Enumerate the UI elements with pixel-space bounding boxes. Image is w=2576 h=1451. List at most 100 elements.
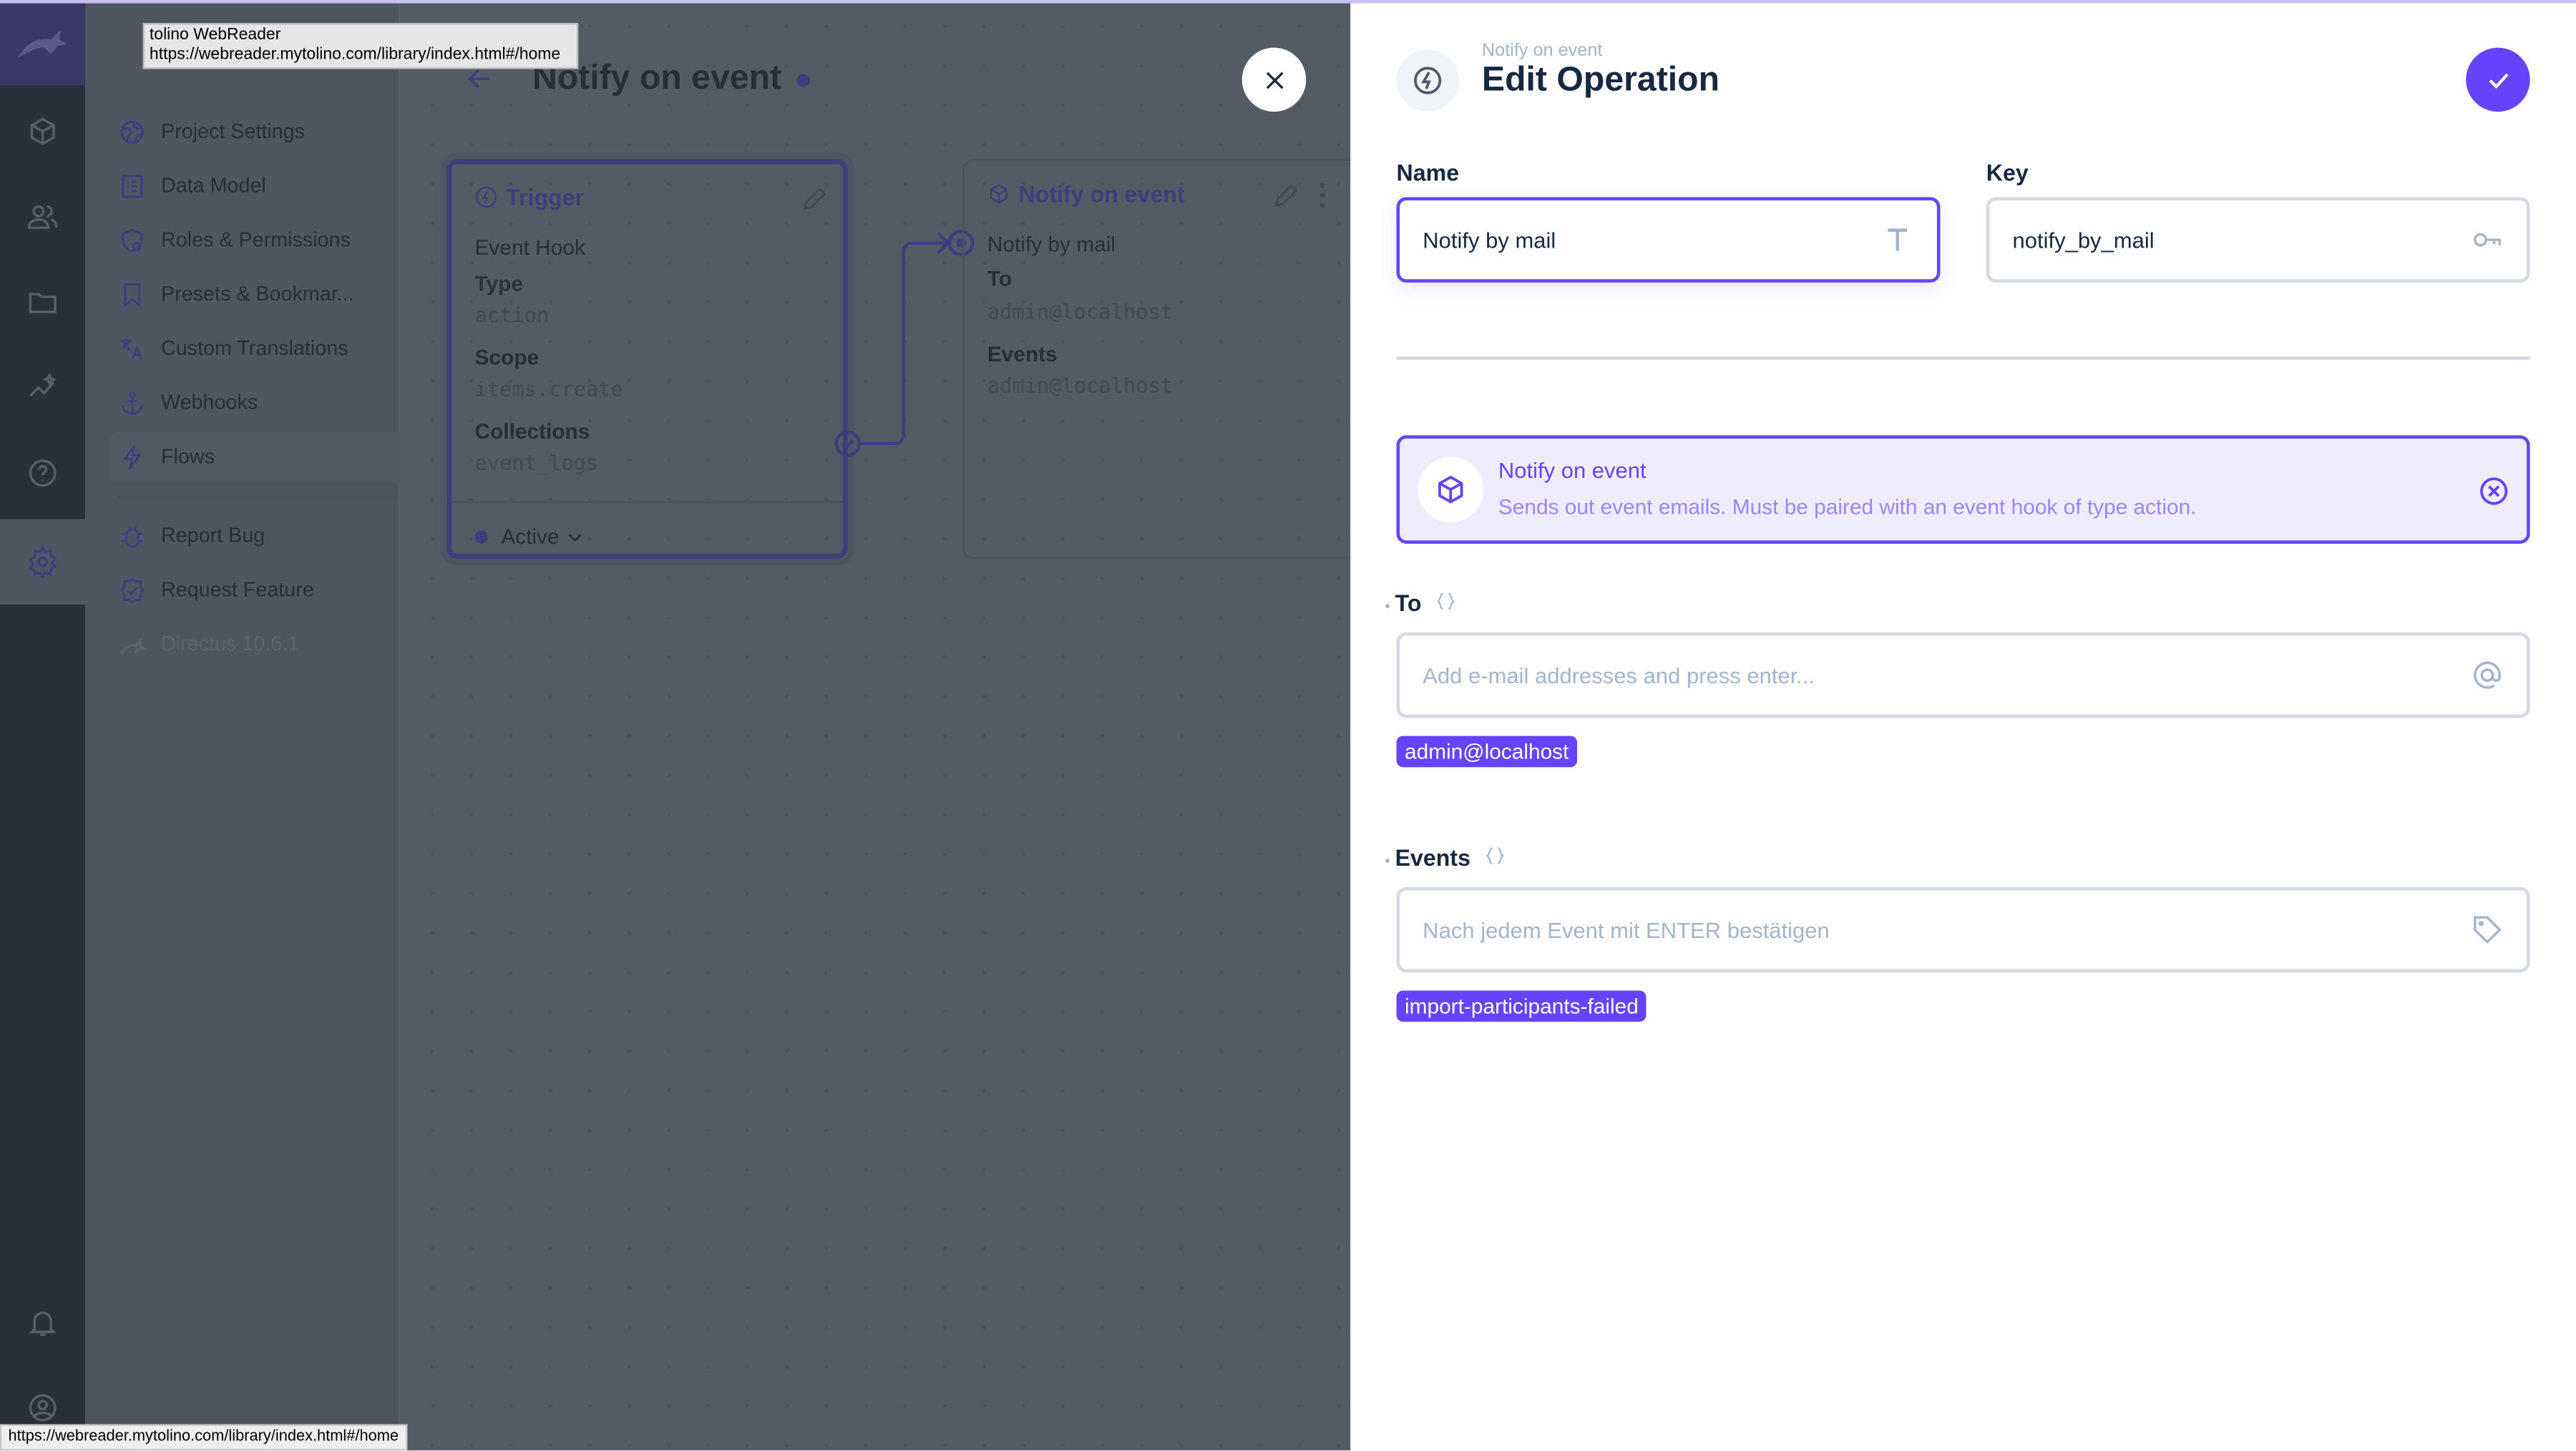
events-label: • Events: [1385, 844, 1506, 871]
scope-label: Scope: [474, 345, 540, 370]
collections-label: Collections: [474, 419, 590, 444]
events-label: Events: [987, 341, 1058, 366]
content-module-cube-icon[interactable]: [0, 89, 85, 174]
version-label: Directus 10.6.1: [161, 632, 300, 656]
settings-navigation: Project Settings Data Model Roles & Perm…: [85, 0, 470, 1451]
nav-item-report-bug[interactable]: Report Bug: [118, 511, 434, 560]
deselect-operation-button[interactable]: [2477, 475, 2510, 508]
nav-item-data-model[interactable]: Data Model: [118, 161, 434, 210]
more-vertical-icon[interactable]: [1317, 181, 1327, 210]
to-input[interactable]: Add e-mail addresses and press enter...: [1396, 632, 2530, 718]
bolt-icon: [123, 444, 142, 469]
drawer-title: Edit Operation: [1481, 60, 1720, 99]
nav-item-request-feature[interactable]: Request Feature: [118, 565, 434, 615]
directus-logo-icon: [119, 636, 147, 654]
key-label: Key: [1986, 159, 2029, 186]
verified-icon: [120, 577, 145, 603]
at-icon: [2474, 661, 2501, 689]
nav-item-label: Report Bug: [161, 524, 265, 547]
bolt-circle-icon: [475, 186, 497, 208]
tooltip-title: tolino WebReader: [149, 26, 281, 44]
close-icon: [1265, 71, 1283, 89]
edit-operation-drawer: Notify on event Edit Operation Name Noti…: [1350, 0, 2576, 1451]
globe-icon: [120, 119, 144, 143]
trigger-title: Trigger: [475, 184, 584, 210]
text-type-icon: [1888, 228, 1908, 251]
operation-card-title: Notify on event: [1498, 458, 1646, 484]
save-button[interactable]: [2466, 47, 2530, 112]
nav-item-label: Data Model: [161, 174, 266, 197]
users-icon[interactable]: [0, 174, 85, 259]
trigger-type: Event Hook: [474, 235, 585, 260]
to-label: • To: [1385, 590, 1458, 616]
event-chip[interactable]: import-participants-failed: [1396, 990, 1647, 1022]
version-info: Directus 10.6.1: [118, 620, 434, 669]
key-input[interactable]: notify_by_mail: [1986, 197, 2530, 283]
folder-icon[interactable]: [0, 260, 85, 345]
events-input[interactable]: Nach jedem Event mit ENTER bestätigen: [1396, 886, 2530, 973]
check-icon: [2488, 72, 2508, 88]
nav-item-label: Flows: [161, 445, 215, 469]
directus-logo[interactable]: [0, 0, 86, 86]
cube-icon: [990, 184, 1008, 204]
status-dropdown[interactable]: Active: [474, 524, 586, 549]
status-dot: [474, 529, 488, 543]
close-drawer-button[interactable]: [1241, 47, 1307, 112]
module-bar: [0, 0, 86, 1451]
shield-icon: [122, 228, 143, 252]
insights-icon[interactable]: [0, 345, 85, 430]
list-icon: [122, 174, 143, 197]
selected-operation-card[interactable]: Notify on event Sends out event emails. …: [1396, 435, 2530, 544]
raw-value-braces-icon[interactable]: [1435, 590, 1458, 612]
email-chip[interactable]: admin@localhost: [1396, 736, 1577, 768]
section-divider: [1396, 356, 2530, 360]
nav-item-label: Custom Translations: [161, 336, 348, 360]
events-value: admin@localhost: [987, 373, 1174, 398]
raw-value-braces-icon[interactable]: [1483, 844, 1506, 867]
help-icon[interactable]: [0, 431, 85, 516]
nav-item-project-settings[interactable]: Project Settings: [118, 107, 434, 156]
cube-icon: [1418, 456, 1484, 523]
type-value: action: [474, 302, 550, 327]
nav-item-label: Webhooks: [161, 391, 258, 414]
to-label: To: [987, 265, 1013, 291]
operation-icon: [1396, 49, 1459, 112]
scope-value: items.create: [474, 376, 623, 401]
nav-item-roles-permissions[interactable]: Roles & Permissions: [118, 215, 434, 265]
bookmark-icon: [124, 282, 141, 307]
nav-item-label: Roles & Permissions: [161, 228, 351, 252]
name-input[interactable]: Notify by mail: [1396, 197, 1941, 283]
bell-icon[interactable]: [0, 1280, 85, 1365]
events-chip-list: import-participants-failed: [1396, 990, 1647, 1022]
operation-panel[interactable]: Notify on event Notify by mail To admin@…: [962, 159, 1390, 559]
operation-card-description: Sends out event emails. Must be paired w…: [1498, 494, 2197, 519]
tag-icon: [2474, 916, 2502, 944]
operation-name: Notify by mail: [987, 231, 1116, 257]
chevron-down-icon: [569, 533, 582, 542]
edit-pencil-icon[interactable]: [800, 184, 829, 213]
nav-item-label: Presets & Bookmar...: [161, 282, 354, 306]
key-icon: [2474, 233, 2501, 247]
trigger-panel[interactable]: Trigger Event Hook Type action Scope ite…: [447, 159, 848, 559]
edit-pencil-icon[interactable]: [1272, 181, 1301, 210]
nav-item-presets-bookmarks[interactable]: Presets & Bookmar...: [118, 270, 434, 319]
drawer-subtitle: Notify on event: [1481, 41, 1603, 61]
anchor-icon: [122, 391, 143, 414]
operation-title: Notify on event: [987, 181, 1185, 207]
to-value: admin@localhost: [987, 298, 1174, 324]
nav-item-custom-translations[interactable]: Custom Translations: [118, 323, 434, 373]
tooltip-url: https://webreader.mytolino.com/library/i…: [149, 46, 561, 64]
type-label: Type: [474, 270, 523, 296]
bolt-circle-icon: [1414, 67, 1442, 94]
settings-icon[interactable]: [0, 519, 86, 605]
close-circle-icon: [2480, 477, 2508, 505]
collections-value: event_logs: [474, 450, 599, 475]
bug-icon: [122, 524, 143, 547]
nav-item-label: Request Feature: [161, 578, 314, 602]
nav-divider: [118, 496, 431, 498]
unsaved-indicator: [796, 74, 810, 87]
to-chip-list: admin@localhost: [1396, 736, 1577, 768]
translate-icon: [120, 338, 143, 359]
name-label: Name: [1396, 159, 1460, 186]
nav-item-webhooks[interactable]: Webhooks: [118, 378, 434, 427]
